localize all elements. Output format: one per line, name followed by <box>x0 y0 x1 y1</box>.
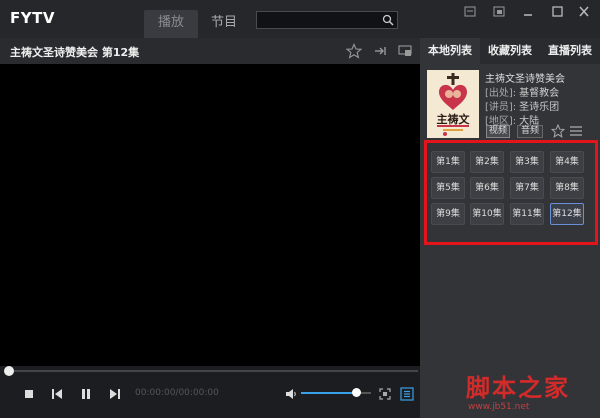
tab-programs[interactable]: 节目 <box>198 10 250 38</box>
episode-button[interactable]: 第1集 <box>431 151 465 173</box>
episode-button[interactable]: 第2集 <box>470 151 504 173</box>
episode-button[interactable]: 第3集 <box>510 151 544 173</box>
maximize-icon[interactable] <box>547 4 567 20</box>
video-header: 主祷文圣诗赞美会 第12集 <box>0 38 420 64</box>
episode-button[interactable]: 第4集 <box>550 151 584 173</box>
volume-slider[interactable] <box>301 388 371 397</box>
app-logo: FYTV <box>10 9 55 27</box>
time-display: 00:00:00/00:00:00 <box>135 388 219 398</box>
watermark-url: www.jb51.net <box>468 402 530 412</box>
minimize-icon[interactable] <box>518 4 538 20</box>
episode-button[interactable]: 第8集 <box>550 177 584 199</box>
tab-live-list[interactable]: 直播列表 <box>540 38 600 64</box>
volume-level <box>301 392 356 394</box>
sidebar-tabs: 本地列表 收藏列表 直播列表 <box>420 38 600 64</box>
next-icon[interactable] <box>108 387 122 401</box>
stop-icon[interactable] <box>22 387 36 401</box>
meta-speaker: [讲员]: 圣诗乐团 <box>485 98 559 113</box>
tab-play[interactable]: 播放 <box>144 10 198 38</box>
pause-icon[interactable] <box>79 387 93 401</box>
program-poster[interactable]: 主祷文 <box>427 70 479 138</box>
title-bar: FYTV 播放 节目 <box>0 0 600 38</box>
poster-image <box>427 70 479 138</box>
episode-button[interactable]: 第9集 <box>431 203 465 225</box>
episode-button[interactable]: 第7集 <box>510 177 544 199</box>
audio-type-button[interactable]: 音频 <box>517 125 543 138</box>
search-input[interactable] <box>257 15 379 32</box>
list-menu-icon[interactable] <box>569 124 583 138</box>
close-icon[interactable] <box>574 4 594 20</box>
watermark: 脚本之家 www.jb51.net <box>466 368 596 416</box>
poster-title: 主祷文 <box>436 113 470 126</box>
progress-handle[interactable] <box>4 366 14 376</box>
favorite-star-icon[interactable] <box>551 124 565 138</box>
episode-button-selected[interactable]: 第12集 <box>550 203 584 225</box>
episode-button[interactable]: 第6集 <box>470 177 504 199</box>
menu-icon[interactable] <box>460 4 480 20</box>
episode-button[interactable]: 第11集 <box>510 203 544 225</box>
tab-local-list[interactable]: 本地列表 <box>420 38 480 64</box>
volume-handle[interactable] <box>351 388 361 397</box>
video-title: 主祷文圣诗赞美会 第12集 <box>10 46 140 59</box>
playback-controls: 00:00:00/00:00:00 <box>0 366 420 418</box>
watermark-text: 脚本之家 <box>466 373 570 402</box>
episode-button[interactable]: 第10集 <box>470 203 504 225</box>
playlist-toggle-icon[interactable] <box>400 387 414 401</box>
star-icon[interactable] <box>346 43 362 59</box>
episode-list: 第1集 第2集 第3集 第4集 第5集 第6集 第7集 第8集 第9集 第10集… <box>424 140 598 245</box>
previous-icon[interactable] <box>50 387 64 401</box>
episode-button[interactable]: 第5集 <box>431 177 465 199</box>
volume-icon[interactable] <box>284 387 298 401</box>
screen-cast-icon[interactable] <box>397 43 413 59</box>
fullscreen-icon[interactable] <box>378 387 392 401</box>
video-display[interactable] <box>0 64 420 366</box>
meta-source: [出处]: 基督教会 <box>485 84 559 99</box>
program-title: 主祷文圣诗赞美会 <box>485 74 565 85</box>
video-type-button[interactable]: 视频 <box>486 125 510 138</box>
pin-icon[interactable] <box>372 43 388 59</box>
mini-mode-icon[interactable] <box>489 4 509 20</box>
search-box <box>256 11 398 32</box>
tab-favorites-list[interactable]: 收藏列表 <box>480 38 540 64</box>
progress-bar[interactable] <box>4 366 418 376</box>
search-icon[interactable] <box>382 14 394 26</box>
